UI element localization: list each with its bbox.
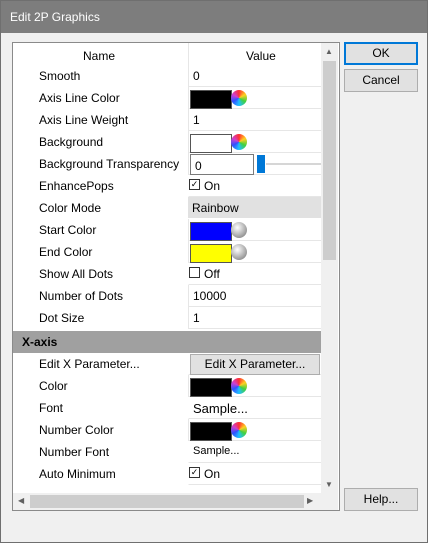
enhancepops-value[interactable]: ✓ On [188, 175, 322, 197]
property-name: Axis Line Weight [39, 113, 129, 127]
grid-header: Name Value [13, 43, 321, 65]
color-wheel-icon[interactable] [231, 422, 247, 438]
property-row-x-font[interactable]: Font Sample... [13, 397, 322, 419]
property-row-start-color[interactable]: Start Color [13, 219, 322, 241]
property-name: Background [39, 135, 104, 149]
dot-size-value-field[interactable]: 1 [188, 307, 322, 329]
property-name: Edit X Parameter... [39, 357, 140, 371]
axis-line-color-value[interactable] [188, 87, 322, 109]
property-name: Color Mode [39, 201, 102, 215]
property-row-enhancepops[interactable]: EnhancePops ✓ On [13, 175, 322, 197]
checkbox-label: On [204, 467, 221, 481]
title-bar: Edit 2P Graphics [1, 1, 427, 33]
cancel-button[interactable]: Cancel [344, 69, 418, 92]
property-row-number-of-dots[interactable]: Number of Dots 10000 [13, 285, 322, 307]
property-row-dot-size[interactable]: Dot Size 1 [13, 307, 322, 329]
property-name: Background Transparency [39, 157, 180, 171]
edit-2p-graphics-dialog: Edit 2P Graphics Name Value Smooth 0 Axi… [0, 0, 428, 543]
start-color-value[interactable] [188, 219, 322, 241]
property-name: Number of Dots [39, 289, 124, 303]
property-name: Color [39, 379, 68, 393]
color-swatch[interactable] [190, 90, 232, 109]
end-color-value[interactable] [188, 241, 322, 263]
section-header-x-axis[interactable]: X-axis [13, 331, 321, 353]
name-column-header: Name [83, 49, 116, 63]
scroll-up-arrow-icon[interactable]: ▲ [325, 47, 333, 56]
property-row-smooth[interactable]: Smooth 0 [13, 65, 322, 87]
edit-x-parameter-button[interactable]: Edit X Parameter... [190, 354, 320, 375]
help-button[interactable]: Help... [344, 488, 418, 511]
ok-button[interactable]: OK [344, 42, 418, 65]
checkbox[interactable]: ✓ [189, 179, 200, 190]
property-name: Dot Size [39, 311, 85, 325]
scroll-right-arrow-icon[interactable]: ▶ [307, 496, 313, 505]
color-swatch[interactable] [190, 222, 232, 241]
property-row-edit-x-parameter[interactable]: Edit X Parameter... Edit X Parameter... [13, 353, 322, 375]
property-name: Number Font [39, 445, 110, 459]
window-title: Edit 2P Graphics [10, 10, 100, 24]
number-of-dots-value-field[interactable]: 10000 [188, 285, 322, 307]
color-swatch[interactable] [190, 422, 232, 441]
scroll-left-arrow-icon[interactable]: ◀ [18, 496, 24, 505]
font-sample[interactable]: Sample... [188, 397, 322, 419]
color-wheel-icon[interactable] [231, 134, 247, 150]
show-all-dots-value[interactable]: Off [188, 263, 322, 285]
axis-line-weight-value-field[interactable]: 1 [188, 109, 322, 131]
background-color-value[interactable] [188, 131, 322, 153]
property-name: End Color [39, 245, 93, 259]
property-name: Auto Minimum [39, 467, 116, 481]
number-font-sample[interactable]: Sample... [188, 441, 322, 463]
property-row-auto-minimum[interactable]: Auto Minimum ✓ On [13, 463, 322, 485]
property-row-axis-line-weight[interactable]: Axis Line Weight 1 [13, 109, 322, 131]
property-row-color-mode[interactable]: Color Mode Rainbow [13, 197, 321, 219]
color-wheel-disabled-icon[interactable] [231, 222, 247, 238]
property-row-x-color[interactable]: Color [13, 375, 322, 397]
scroll-down-arrow-icon[interactable]: ▼ [325, 480, 333, 489]
color-swatch[interactable] [190, 244, 232, 263]
transparency-input[interactable]: 0 [190, 154, 254, 175]
horizontal-scroll-thumb[interactable] [30, 495, 304, 508]
transparency-slider-track[interactable] [266, 163, 322, 165]
property-row-axis-line-color[interactable]: Axis Line Color [13, 87, 322, 109]
checkbox-label: On [204, 179, 221, 193]
value-column-header: Value [246, 49, 276, 63]
checkbox-label: Off [204, 267, 220, 281]
property-name: Show All Dots [39, 267, 114, 281]
auto-minimum-value[interactable]: ✓ On [188, 463, 322, 485]
edit-x-parameter-value[interactable]: Edit X Parameter... [188, 353, 322, 375]
vertical-scroll-thumb[interactable] [323, 61, 336, 260]
color-swatch[interactable] [190, 134, 232, 153]
number-color-value[interactable] [188, 419, 322, 441]
property-row-background[interactable]: Background [13, 131, 322, 153]
property-name: EnhancePops [39, 179, 114, 193]
color-wheel-icon[interactable] [231, 378, 247, 394]
scrollbar-corner [321, 493, 338, 510]
property-grid: Name Value Smooth 0 Axis Line Color Axis… [12, 42, 340, 511]
property-name: Smooth [39, 69, 81, 83]
property-row-number-color[interactable]: Number Color [13, 419, 322, 441]
property-name: Axis Line Color [39, 91, 120, 105]
property-name: Font [39, 401, 64, 415]
horizontal-scrollbar[interactable]: ◀ ▶ [13, 493, 321, 510]
transparency-slider-thumb[interactable] [257, 155, 265, 173]
property-row-end-color[interactable]: End Color [13, 241, 322, 263]
color-swatch[interactable] [190, 378, 232, 397]
property-name: Start Color [39, 223, 97, 237]
checkbox[interactable]: ✓ [189, 467, 200, 478]
property-name: Number Color [39, 423, 114, 437]
smooth-value-field[interactable]: 0 [188, 65, 322, 87]
property-row-background-transparency[interactable]: Background Transparency 0 [13, 153, 322, 175]
vertical-scrollbar[interactable]: ▲ ▼ [321, 43, 338, 493]
color-wheel-disabled-icon[interactable] [231, 244, 247, 260]
x-color-value[interactable] [188, 375, 322, 397]
property-row-number-font[interactable]: Number Font Sample... [13, 441, 322, 463]
color-mode-dropdown[interactable]: Rainbow [188, 197, 321, 218]
color-wheel-icon[interactable] [231, 90, 247, 106]
checkbox[interactable] [189, 267, 200, 278]
column-divider[interactable] [188, 43, 189, 65]
background-transparency-value[interactable]: 0 [188, 153, 322, 175]
property-row-show-all-dots[interactable]: Show All Dots Off [13, 263, 322, 285]
